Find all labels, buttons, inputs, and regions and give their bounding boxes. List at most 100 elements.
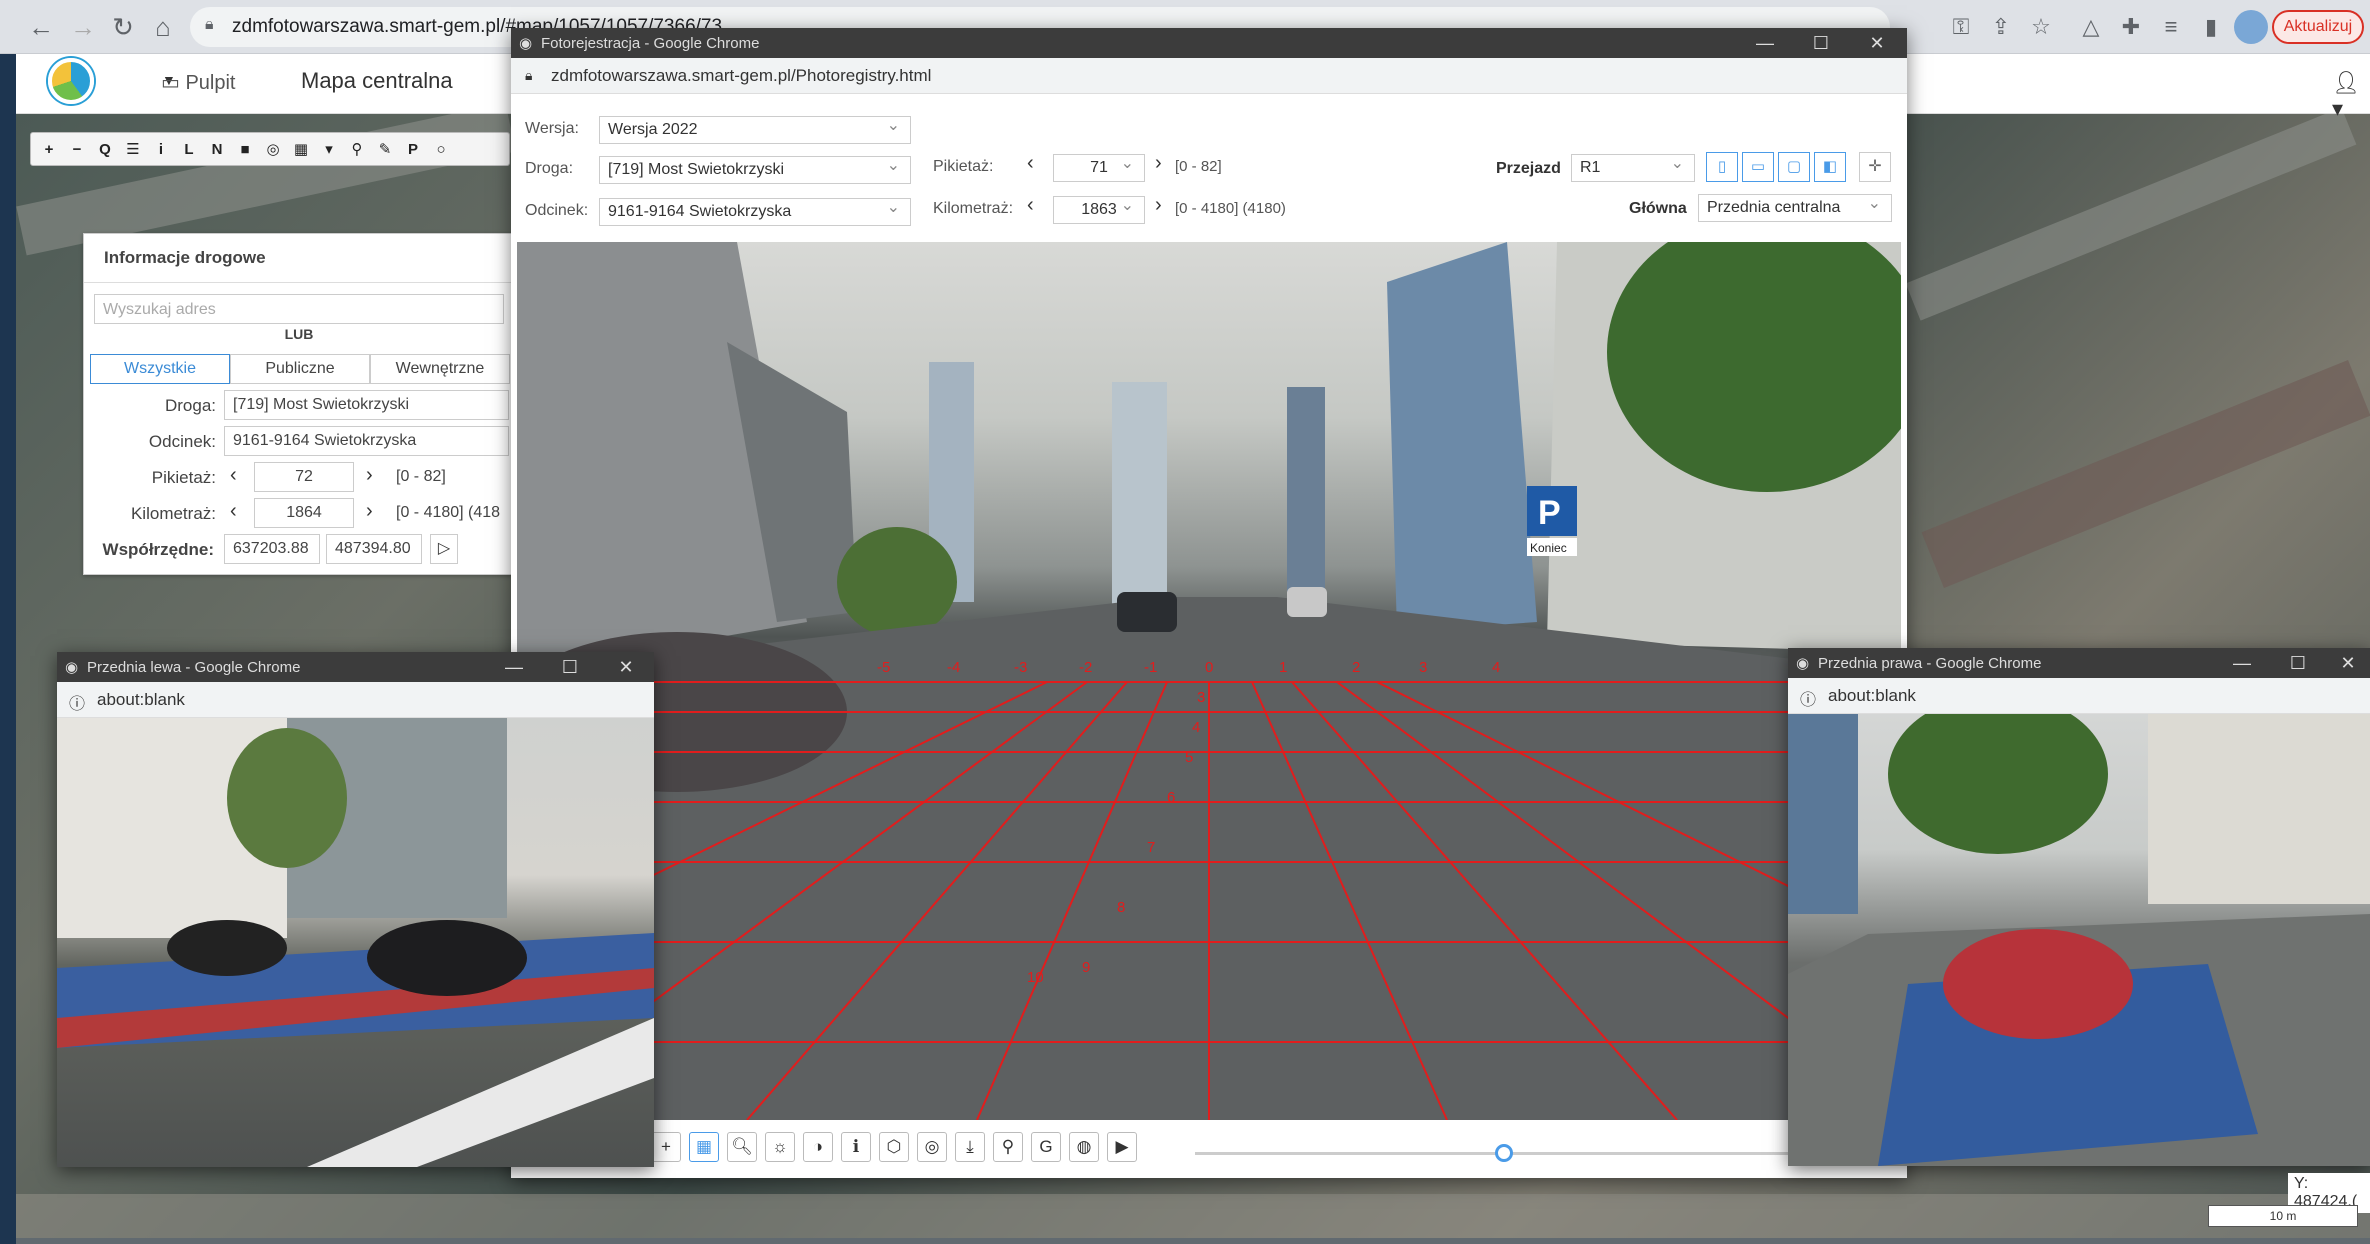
- odcinek-label: Odcinek:: [148, 432, 216, 451]
- kilometraz-prev-icon[interactable]: ‹: [230, 500, 237, 523]
- minimize-button[interactable]: —: [486, 652, 542, 682]
- timeline-slider-knob[interactable]: [1495, 1144, 1513, 1162]
- odcinek-select[interactable]: 9161-9164 Swietokrzyska: [599, 197, 911, 226]
- glowna-select[interactable]: Przednia centralna: [1698, 193, 1892, 222]
- expand-icon[interactable]: ✛: [1859, 152, 1891, 182]
- kilometraz-input[interactable]: 1864: [254, 498, 354, 528]
- user-icon[interactable]: 👤︎▾: [2332, 70, 2370, 122]
- info-icon[interactable]: ℹ: [841, 1132, 871, 1162]
- wersja-select[interactable]: Wersja 2022: [599, 115, 911, 144]
- street-scene-left: [57, 718, 654, 1167]
- p-button[interactable]: P: [401, 141, 425, 158]
- address-search-input[interactable]: Wyszukaj adres: [94, 294, 504, 324]
- key-icon[interactable]: ⚿: [1944, 10, 1978, 44]
- view-side-icon[interactable]: ◧: [1814, 152, 1846, 182]
- reload-icon[interactable]: ↻: [104, 8, 142, 46]
- coord-x-field[interactable]: 637203.88: [224, 534, 320, 564]
- front-right-photo[interactable]: [1788, 714, 2370, 1166]
- tab-wszystkie[interactable]: Wszystkie: [90, 354, 230, 384]
- divider: [84, 282, 514, 283]
- street-photo[interactable]: P Koniec -5 -4 -3 -2 -1 0 1 2 3 4 3 4 5 …: [517, 242, 1901, 1120]
- globe-icon[interactable]: ◍: [1069, 1132, 1099, 1162]
- home-icon[interactable]: ⌂: [144, 8, 182, 46]
- pikietaz-next-icon[interactable]: ›: [366, 464, 373, 487]
- minimize-button[interactable]: —: [2214, 648, 2270, 678]
- kilometraz-next-icon[interactable]: ›: [1155, 194, 1162, 217]
- l-button[interactable]: L: [177, 141, 201, 158]
- kilometraz-input[interactable]: 1863: [1053, 195, 1145, 224]
- locate-button[interactable]: ⚲: [345, 140, 369, 158]
- red-car: [1943, 929, 2133, 1039]
- brightness-icon[interactable]: ☼: [765, 1132, 795, 1162]
- zoom-out-button[interactable]: −: [65, 141, 89, 158]
- dropdown-button[interactable]: ▾: [317, 140, 341, 158]
- maximize-button[interactable]: ☐: [1793, 28, 1849, 58]
- photo-point-button[interactable]: ◎: [261, 140, 285, 158]
- play-icon[interactable]: ▶: [1107, 1132, 1137, 1162]
- front-left-window: ◉ Przednia lewa - Google Chrome — ☐ ✕ ⓘ …: [57, 652, 654, 1167]
- pin-icon[interactable]: ⚲: [993, 1132, 1023, 1162]
- maximize-button[interactable]: ☐: [2270, 648, 2326, 678]
- star-icon[interactable]: ☆: [2024, 10, 2058, 44]
- droga-select[interactable]: [719] Most Swietokrzyski: [599, 155, 911, 184]
- close-button[interactable]: ✕: [2326, 648, 2370, 678]
- wspolrzedne-label: Współrzędne:: [102, 540, 214, 559]
- zoom-in-button[interactable]: +: [37, 141, 61, 158]
- odcinek-field[interactable]: 9161-9164 Swietokrzyska: [224, 426, 509, 456]
- maximize-button[interactable]: ☐: [542, 652, 598, 682]
- profile-avatar[interactable]: [2234, 10, 2268, 44]
- view-front-icon[interactable]: ▯: [1706, 152, 1738, 182]
- tree: [837, 527, 957, 637]
- grid-label: 6: [1167, 789, 1175, 806]
- layers-button[interactable]: ☰: [121, 140, 145, 158]
- pen-button[interactable]: ✎: [373, 140, 397, 158]
- search-button[interactable]: Q: [93, 141, 117, 158]
- pikietaz-prev-icon[interactable]: ‹: [1027, 152, 1034, 175]
- minimize-button[interactable]: —: [1737, 28, 1793, 58]
- forward-icon[interactable]: →: [64, 8, 102, 46]
- side-panel-icon[interactable]: ▮: [2194, 10, 2228, 44]
- pikietaz-input[interactable]: 71: [1053, 153, 1145, 182]
- droga-field[interactable]: [719] Most Swietokrzyski: [224, 390, 509, 420]
- przejazd-select[interactable]: R1: [1571, 153, 1695, 182]
- grid-button[interactable]: ▦: [289, 140, 313, 158]
- tab-publiczne[interactable]: Publiczne: [230, 354, 370, 384]
- n-button[interactable]: N: [205, 141, 229, 158]
- pikietaz-input[interactable]: 72: [254, 462, 354, 492]
- google-icon[interactable]: G: [1031, 1132, 1061, 1162]
- grid-label: 10: [1027, 969, 1044, 986]
- back-icon[interactable]: ←: [22, 8, 60, 46]
- download-icon[interactable]: ⤓: [955, 1132, 985, 1162]
- front-left-photo[interactable]: [57, 718, 654, 1167]
- update-button[interactable]: Aktualizuj: [2272, 10, 2364, 44]
- tab-wewnetrzne[interactable]: Wewnętrzne: [370, 354, 510, 384]
- reading-list-icon[interactable]: ≡: [2154, 10, 2188, 44]
- extensions-icon[interactable]: ✚: [2114, 10, 2148, 44]
- kilometraz-next-icon[interactable]: ›: [366, 500, 373, 523]
- popup-address-text: zdmfotowarszawa.smart-gem.pl/Photoregist…: [551, 65, 932, 85]
- pikietaz-next-icon[interactable]: ›: [1155, 152, 1162, 175]
- drive-icon[interactable]: △: [2074, 10, 2108, 44]
- close-button[interactable]: ✕: [1849, 28, 1905, 58]
- coord-y-field[interactable]: 487394.80: [326, 534, 422, 564]
- cube-icon[interactable]: ⬡: [879, 1132, 909, 1162]
- magnifier-icon[interactable]: 🔍︎: [727, 1132, 757, 1162]
- close-button[interactable]: ✕: [598, 652, 654, 682]
- target-icon[interactable]: ◎: [917, 1132, 947, 1162]
- street-scene-right: [1788, 714, 2370, 1166]
- view-screen-icon[interactable]: ▢: [1778, 152, 1810, 182]
- camera-button[interactable]: ■: [233, 141, 257, 158]
- pikietaz-prev-icon[interactable]: ‹: [230, 464, 237, 487]
- info-button[interactable]: i: [149, 141, 173, 158]
- view-video-icon[interactable]: ▭: [1742, 152, 1774, 182]
- pulpit-link[interactable]: ▭ Pulpit: [161, 70, 235, 95]
- lock-icon: 🔒︎: [525, 67, 533, 83]
- contrast-icon[interactable]: ◑: [803, 1132, 833, 1162]
- grid-toggle-icon[interactable]: ▦: [689, 1132, 719, 1162]
- circle-button[interactable]: ○: [429, 141, 453, 158]
- send-icon[interactable]: ▷: [430, 534, 458, 564]
- kilometraz-prev-icon[interactable]: ‹: [1027, 194, 1034, 217]
- share-icon[interactable]: ⇪: [1984, 10, 2018, 44]
- zoom-in-icon[interactable]: +: [651, 1132, 681, 1162]
- odcinek-label: Odcinek:: [525, 202, 589, 219]
